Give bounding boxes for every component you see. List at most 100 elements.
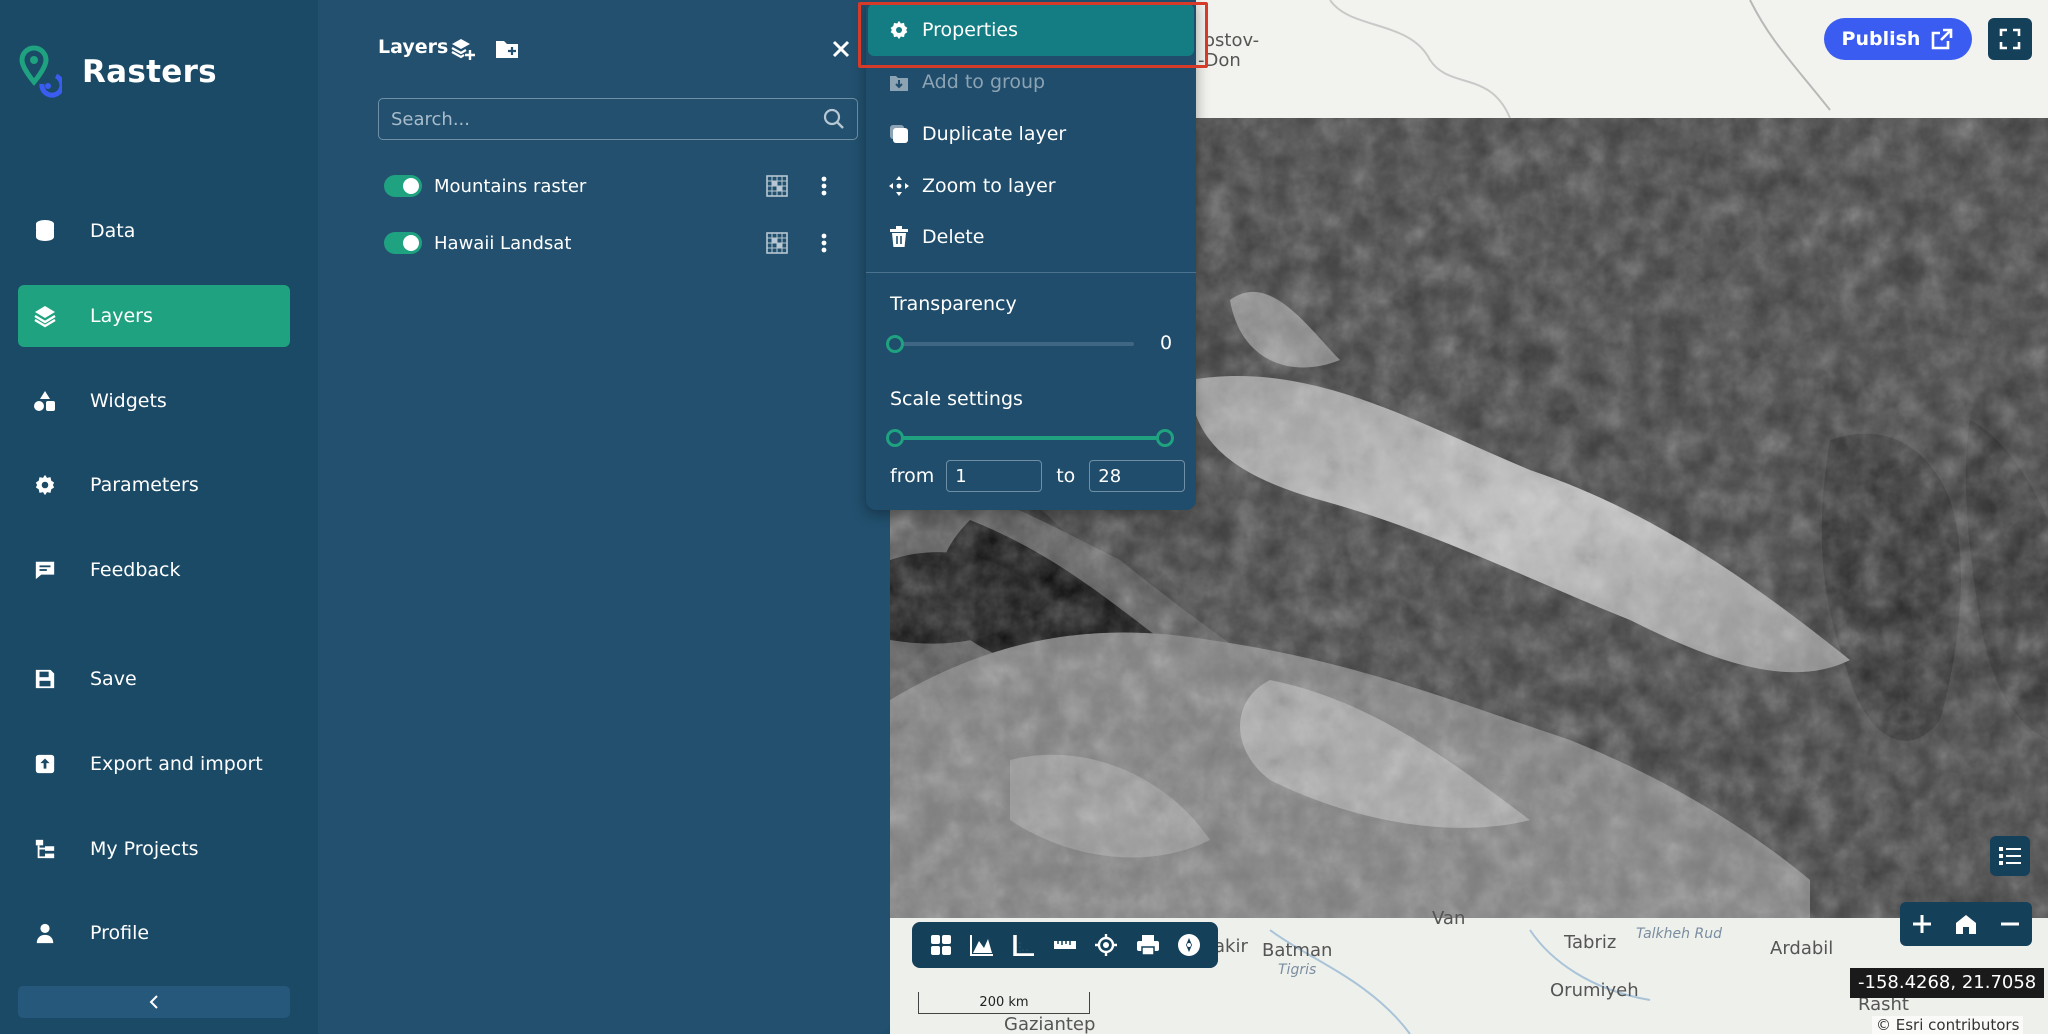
publish-button[interactable]: Publish (1824, 18, 1972, 60)
scale-slider-track[interactable] (896, 436, 1164, 440)
sidebar-item-label: Layers (90, 305, 153, 327)
transparency-slider-thumb[interactable] (886, 335, 904, 353)
measure-icon[interactable] (1051, 931, 1079, 959)
layer-visibility-toggle[interactable] (384, 232, 422, 254)
scale-range-row: from to (890, 460, 1186, 492)
widgets-icon (32, 388, 58, 414)
map-river-label: Talkheh Rud (1636, 926, 1722, 942)
chart-icon[interactable] (968, 931, 996, 959)
database-icon (32, 218, 58, 244)
menu-item-label: Zoom to layer (922, 175, 1056, 197)
menu-divider (866, 272, 1196, 273)
scale-from-input[interactable] (946, 460, 1043, 492)
sidebar-item-feedback[interactable]: Feedback (18, 539, 290, 601)
add-to-group-icon (888, 71, 910, 93)
sidebar-item-save[interactable]: Save (18, 648, 290, 710)
map-place-label: Batman (1262, 940, 1333, 961)
plus-icon (1913, 915, 1931, 933)
fullscreen-button[interactable] (1988, 18, 2032, 60)
locate-icon[interactable] (1092, 931, 1120, 959)
map-place-label: ostov- (1204, 30, 1260, 51)
map-place-label: Ardabil (1770, 938, 1834, 959)
zoom-out-button[interactable] (1996, 910, 2024, 938)
duplicate-icon (888, 123, 910, 145)
menu-item-duplicate-layer[interactable]: Duplicate layer (866, 108, 1196, 160)
menu-item-properties[interactable]: Properties (868, 4, 1194, 56)
user-icon (32, 920, 58, 946)
scale-slider-min-thumb[interactable] (886, 429, 904, 447)
sidebar-item-label: Save (90, 668, 137, 690)
menu-item-delete[interactable]: Delete (866, 211, 1196, 263)
panel-title: Layers (378, 36, 449, 58)
sidebar-item-label: Widgets (90, 390, 167, 412)
home-icon (1956, 915, 1976, 934)
logo-icon (19, 45, 62, 98)
gear-icon (32, 472, 58, 498)
sidebar-item-data[interactable]: Data (18, 200, 290, 262)
layers-panel: Layers Mountains raster Hawaii Landsat (318, 0, 890, 1034)
scale-settings-label: Scale settings (890, 388, 1023, 410)
menu-item-add-to-group[interactable]: Add to group (866, 56, 1196, 108)
minus-icon (2001, 922, 2019, 926)
layer-options-button[interactable] (812, 228, 836, 258)
save-icon (32, 666, 58, 692)
add-folder-icon[interactable] (494, 36, 520, 62)
scale-slider-max-thumb[interactable] (1156, 429, 1174, 447)
scale-to-label: to (1056, 465, 1076, 487)
ruler-angle-icon[interactable] (1010, 931, 1038, 959)
list-icon (1999, 847, 2021, 865)
more-vertical-icon (821, 233, 827, 253)
layer-row[interactable]: Mountains raster (384, 166, 884, 206)
scale-to-input[interactable] (1089, 460, 1186, 492)
layer-visibility-toggle[interactable] (384, 175, 422, 197)
menu-item-zoom-to-layer[interactable]: Zoom to layer (866, 160, 1196, 212)
layers-icon (32, 303, 58, 329)
search-icon[interactable] (823, 108, 845, 130)
map-river-label: Tigris (1278, 962, 1317, 978)
map-attribution: © Esri contributors (1872, 1016, 2024, 1034)
map-place-label: akir (1214, 936, 1248, 957)
search-input[interactable] (391, 108, 823, 130)
layer-row[interactable]: Hawaii Landsat (384, 223, 884, 263)
layer-name: Mountains raster (434, 175, 587, 197)
sidebar-item-profile[interactable]: Profile (18, 902, 290, 964)
raster-legend-icon[interactable] (766, 175, 788, 197)
menu-item-label: Duplicate layer (922, 123, 1067, 145)
collapse-sidebar-button[interactable] (18, 986, 290, 1018)
sidebar-item-my-projects[interactable]: My Projects (18, 818, 290, 880)
fullscreen-icon (1999, 28, 2021, 50)
add-layer-icon[interactable] (450, 36, 476, 62)
map-place-label: -Don (1198, 50, 1241, 71)
sidebar-item-widgets[interactable]: Widgets (18, 370, 290, 432)
sidebar-item-label: Parameters (90, 474, 199, 496)
zoom-in-button[interactable] (1908, 910, 1936, 938)
home-button[interactable] (1952, 910, 1980, 938)
close-panel-button[interactable] (828, 36, 854, 62)
publish-label: Publish (1841, 28, 1921, 50)
sidebar-item-parameters[interactable]: Parameters (18, 454, 290, 516)
menu-item-label: Delete (922, 226, 985, 248)
map-scalebar: 200 km (918, 992, 1090, 1014)
sidebar-item-export-import[interactable]: Export and import (18, 733, 290, 795)
menu-item-label: Properties (922, 19, 1019, 41)
brand: Rasters (18, 44, 217, 100)
raster-legend-icon[interactable] (766, 232, 788, 254)
more-vertical-icon (821, 176, 827, 196)
external-link-icon (1932, 28, 1953, 50)
transparency-label: Transparency (890, 293, 1017, 315)
sidebar-item-layers[interactable]: Layers (18, 285, 290, 347)
layer-options-button[interactable] (812, 171, 836, 201)
transparency-slider-track[interactable] (896, 342, 1134, 346)
gear-icon (888, 19, 910, 41)
grid-icon[interactable] (927, 931, 955, 959)
layer-context-menu: Properties Add to group Duplicate layer … (866, 0, 1196, 510)
sidebar-item-label: Profile (90, 922, 150, 944)
legend-button[interactable] (1990, 836, 2030, 876)
sidebar-item-label: Export and import (90, 753, 263, 775)
upload-icon (32, 751, 58, 777)
compass-icon[interactable] (1175, 931, 1203, 959)
print-icon[interactable] (1134, 931, 1162, 959)
map-toolbar (912, 922, 1218, 968)
coordinates-readout: -158.4268, 21.7058 (1850, 968, 2045, 998)
map-place-label: Van (1432, 908, 1466, 929)
